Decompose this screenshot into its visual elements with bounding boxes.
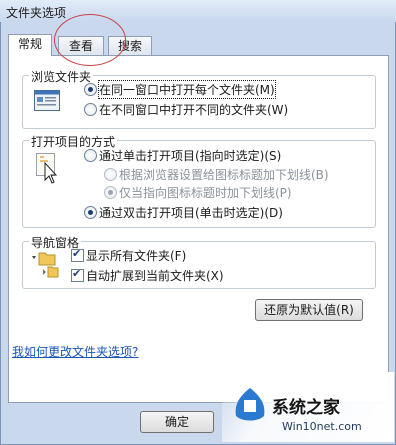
title-bar: 文件夹选项 [0, 0, 396, 22]
browse-folders-legend: 浏览文件夹 [29, 68, 94, 85]
restore-defaults-button[interactable]: 还原为默认值(R) [255, 299, 363, 321]
ok-button[interactable]: 确定 [140, 411, 214, 433]
open-items-group: 打开项目的方式 通过单击打开项目(指向时选定)(S) 根据浏览器设置给图标标题加… [22, 133, 376, 228]
tab-general[interactable]: 常规 [8, 34, 52, 56]
highlight-circle [54, 14, 126, 66]
single-click-label[interactable]: 通过单击打开项目(指向时选定)(S) [99, 147, 281, 164]
folder-tree-icon [32, 252, 59, 278]
window-title: 文件夹选项 [6, 6, 67, 20]
single-click-radio[interactable] [84, 149, 97, 162]
same-window-label[interactable]: 在同一窗口中打开每个文件夹(M) [98, 80, 276, 99]
show-all-folders-checkbox[interactable] [71, 247, 84, 262]
watermark-url: Win10net.com [282, 420, 362, 433]
watermark-title: 系统之家 [272, 398, 340, 418]
double-click-radio[interactable] [84, 206, 97, 219]
show-all-folders-label[interactable]: 显示所有文件夹(F) [86, 247, 186, 264]
auto-expand-checkbox[interactable] [71, 267, 84, 282]
folder-window-icon [34, 90, 60, 111]
underline-browser-label[interactable]: 根据浏览器设置给图标标题加下划线(B) [119, 166, 329, 183]
watermark-logo-icon [235, 388, 265, 421]
auto-expand-label[interactable]: 自动扩展到当前文件夹(X) [86, 267, 224, 284]
click-cursor-icon [36, 153, 58, 184]
underline-browser-radio[interactable] [104, 168, 117, 181]
underline-hover-label[interactable]: 仅当指向图标标题时加下划线(P) [119, 184, 292, 201]
help-link[interactable]: 我如何更改文件夹选项? [12, 343, 138, 360]
underline-hover-radio[interactable] [104, 186, 117, 199]
double-click-label[interactable]: 通过双击打开项目(单击时选定)(D) [99, 204, 283, 221]
different-window-radio[interactable] [84, 103, 97, 116]
navigation-pane-group: 导航窗格 显示所有文件夹(F) 自动扩展到当前文件夹(X) [22, 234, 376, 289]
different-window-label[interactable]: 在不同窗口中打开不同的文件夹(W) [99, 101, 288, 118]
same-window-radio[interactable] [84, 83, 97, 96]
general-tab-panel: 浏览文件夹 在同一窗口中打开每个文件夹(M) 在不同窗口中打开不同的文件夹(W)… [8, 55, 389, 403]
browse-folders-group: 浏览文件夹 在同一窗口中打开每个文件夹(M) 在不同窗口中打开不同的文件夹(W) [22, 68, 376, 129]
